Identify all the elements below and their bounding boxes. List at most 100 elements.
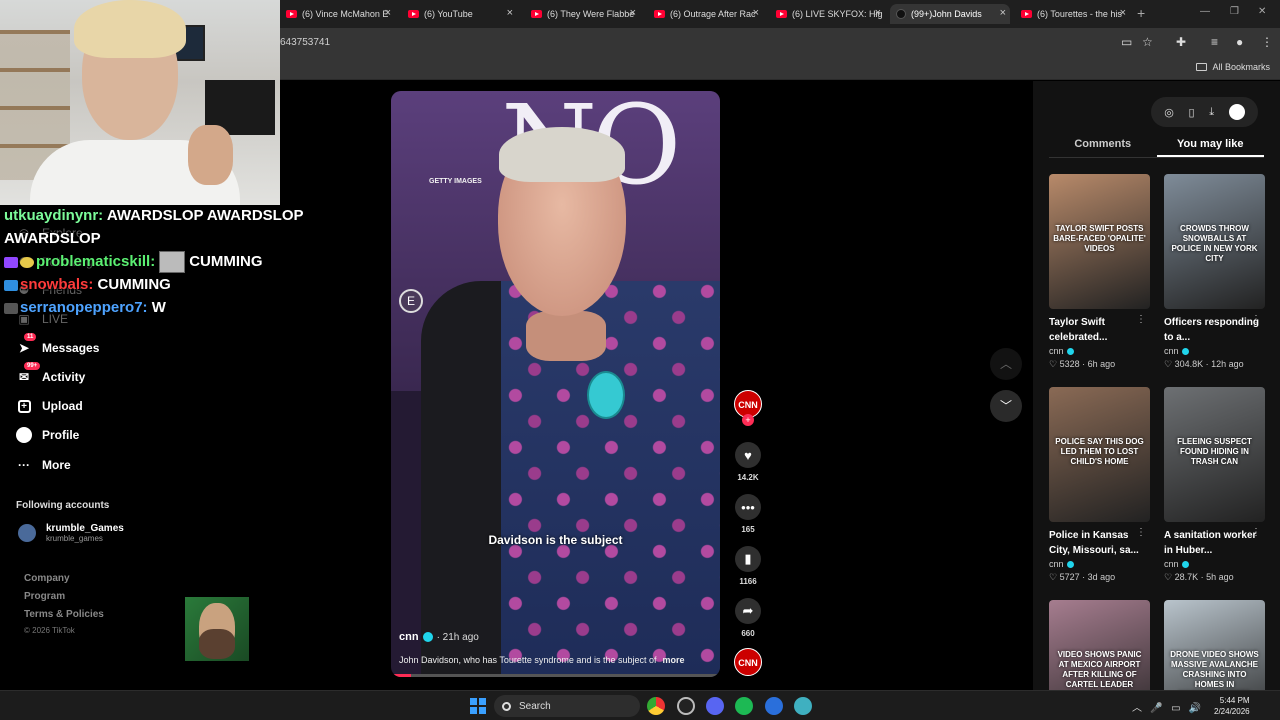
close-window-icon[interactable]: ✕ [1258, 6, 1266, 17]
close-tab-icon[interactable]: × [385, 7, 391, 19]
footer-link-program[interactable]: Program [24, 591, 65, 602]
share-button[interactable]: ➦ 660 [733, 598, 763, 638]
system-tray[interactable]: ︿ 🎤 ▭ 🔊 [1132, 699, 1201, 714]
card-channel[interactable]: cnn [1164, 346, 1265, 356]
comment-button[interactable]: ••• 165 [733, 494, 763, 534]
browser-tab[interactable]: (6) Vince McMahon E × [280, 4, 395, 24]
recommended-video-card[interactable]: FLEEING SUSPECT FOUND HIDING IN TRASH CA… [1164, 387, 1265, 583]
more-icon: ··· [18, 458, 30, 472]
sidebar-item-messages[interactable]: ➤ 11 Messages [16, 333, 99, 356]
channel-avatar-button[interactable]: CNN + [733, 390, 763, 426]
chat-text: W [151, 299, 166, 317]
verified-icon [1181, 560, 1189, 568]
browser-tab[interactable]: (6) They Were Flabbe × [525, 4, 640, 24]
maximize-icon[interactable]: ❐ [1230, 6, 1239, 17]
tab-comments[interactable]: Comments [1049, 138, 1157, 157]
more-options-icon[interactable]: ⋮ [1136, 314, 1146, 325]
bookmark-icon: ▮ [735, 546, 761, 572]
avatar[interactable] [1228, 104, 1245, 120]
globe-icon[interactable] [794, 697, 812, 715]
browser-tab[interactable]: (6) Outrage After Rac × [648, 4, 763, 24]
sound-avatar: CNN [734, 648, 762, 676]
video-thumbnail[interactable]: POLICE SAY THIS DOG LED THEM TO LOST CHI… [1049, 387, 1150, 522]
discord-icon[interactable] [706, 697, 724, 715]
profile-avatar-icon[interactable]: ● [1236, 35, 1243, 49]
taskbar-clock[interactable]: 5:44 PM 2/24/2026 [1214, 695, 1250, 717]
card-title[interactable]: Taylor Swift celebrated... [1049, 315, 1150, 345]
download-icon[interactable]: ⤓ [1209, 106, 1214, 119]
card-channel[interactable]: cnn [1164, 559, 1265, 569]
activity-badge: 99+ [24, 362, 41, 370]
youtube-icon [1021, 10, 1032, 18]
video-thumbnail[interactable]: FLEEING SUSPECT FOUND HIDING IN TRASH CA… [1164, 387, 1265, 522]
browser-tab-active[interactable]: (99+)John Davids × [890, 4, 1010, 24]
close-tab-icon[interactable]: × [630, 7, 636, 19]
video-progress-bar[interactable] [391, 674, 720, 677]
spotify-icon[interactable] [735, 697, 753, 715]
browser-tab[interactable]: (6) LIVE SKYFOX: Hig × [770, 4, 885, 24]
reading-list-icon[interactable]: ≡ [1211, 35, 1218, 49]
card-channel[interactable]: cnn [1049, 559, 1150, 569]
all-bookmarks-button[interactable]: All Bookmarks [1196, 62, 1270, 72]
sidebar-item-more[interactable]: ··· More [16, 457, 71, 473]
extensions-icon[interactable]: ✚ [1176, 35, 1186, 49]
channel-name: cnn [1049, 559, 1064, 569]
browser-tab[interactable]: (6) Tourettes - the his × [1015, 4, 1130, 24]
browser-tab[interactable]: (6) YouTube × [402, 4, 517, 24]
tab-label: (6) They Were Flabbe [547, 9, 635, 19]
card-channel[interactable]: cnn [1049, 346, 1150, 356]
app-icon[interactable] [765, 697, 783, 715]
panel-tabs: Comments You may like [1049, 138, 1264, 158]
tab-you-may-like[interactable]: You may like [1156, 138, 1264, 157]
like-button[interactable]: ♥ 14.2K [733, 442, 763, 482]
video-thumbnail[interactable]: TAYLOR SWIFT POSTS BARE-FACED 'OPALITE' … [1049, 174, 1150, 309]
heart-icon: ♡ [1164, 359, 1175, 369]
follow-plus-icon[interactable]: + [742, 414, 754, 426]
chrome-icon[interactable] [647, 697, 665, 715]
card-title[interactable]: Police in Kansas City, Missouri, sa... [1049, 528, 1150, 558]
url-field[interactable]: 643753741 [280, 37, 330, 48]
more-link[interactable]: more [662, 655, 684, 665]
phone-icon[interactable]: ▯ [1189, 106, 1195, 119]
sidebar-item-profile[interactable]: Profile [16, 427, 79, 443]
windows-start-icon[interactable] [470, 698, 486, 714]
obs-icon[interactable] [677, 697, 695, 715]
minimize-icon[interactable]: — [1200, 6, 1210, 17]
card-title[interactable]: Officers responding to a... [1164, 315, 1265, 345]
cast-icon[interactable]: ▭ [1121, 35, 1132, 49]
close-tab-icon[interactable]: × [875, 7, 881, 19]
followed-account[interactable]: krumble_Games krumble_games [18, 523, 124, 543]
close-tab-icon[interactable]: × [1120, 7, 1126, 19]
footer-link-company[interactable]: Company [24, 573, 70, 584]
more-options-icon[interactable]: ⋮ [1136, 527, 1146, 538]
recommended-video-card[interactable]: CROWDS THROW SNOWBALLS AT POLICE IN NEW … [1164, 174, 1265, 370]
sidebar-item-label: More [42, 458, 71, 472]
menu-dots-icon[interactable]: ⋮ [1261, 35, 1273, 49]
close-tab-icon[interactable]: × [1000, 7, 1006, 19]
video-author[interactable]: cnn · 21h ago [399, 631, 479, 643]
close-tab-icon[interactable]: × [753, 7, 759, 19]
save-button[interactable]: ▮ 1166 [733, 546, 763, 586]
footer-link-terms[interactable]: Terms & Policies [24, 609, 104, 620]
clock-time: 5:44 PM [1219, 696, 1250, 705]
sidebar-item-label: Upload [42, 399, 83, 413]
new-tab-icon[interactable]: + [1137, 5, 1145, 21]
video-player[interactable]: NO E GETTY IMAGES E Davidson is the subj… [391, 91, 720, 677]
bookmark-star-icon[interactable]: ☆ [1142, 35, 1153, 49]
video-thumbnail[interactable]: CROWDS THROW SNOWBALLS AT POLICE IN NEW … [1164, 174, 1265, 309]
card-meta: ♡ 304.8K · 12h ago [1164, 359, 1244, 369]
more-options-icon[interactable]: ⋮ [1251, 314, 1261, 325]
sidebar-item-activity[interactable]: ✉ 99+ Activity [16, 362, 85, 385]
compass-icon[interactable]: ◎ [1164, 106, 1174, 119]
card-title[interactable]: A sanitation worker in Huber... [1164, 528, 1265, 558]
more-options-icon[interactable]: ⋮ [1251, 527, 1261, 538]
previous-video-button[interactable]: ︿ [990, 348, 1022, 380]
sound-button[interactable]: CNN [733, 648, 763, 676]
recommended-video-card[interactable]: POLICE SAY THIS DOG LED THEM TO LOST CHI… [1049, 387, 1150, 583]
recommended-video-card[interactable]: TAYLOR SWIFT POSTS BARE-FACED 'OPALITE' … [1049, 174, 1150, 370]
sidebar-item-upload[interactable]: + Upload [16, 398, 83, 414]
taskbar-search[interactable]: Search [494, 695, 640, 717]
card-meta: ♡ 5727 · 3d ago [1049, 572, 1116, 582]
close-tab-icon[interactable]: × [507, 7, 513, 19]
next-video-button[interactable]: ﹀ [990, 390, 1022, 422]
